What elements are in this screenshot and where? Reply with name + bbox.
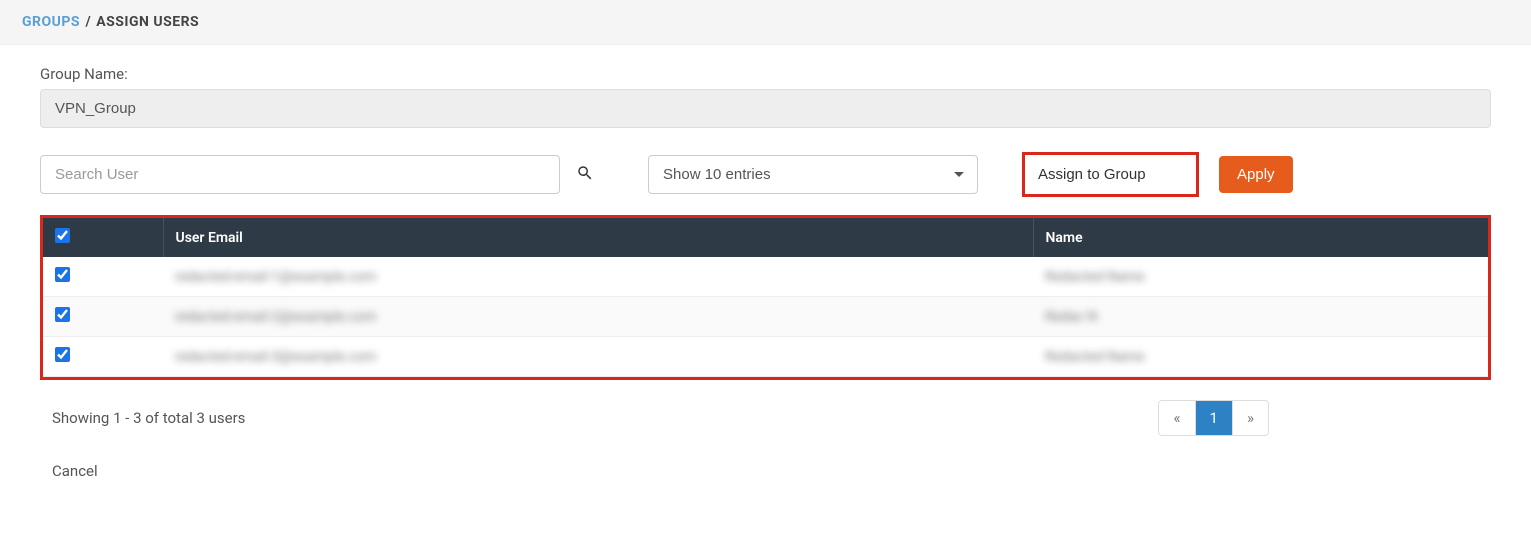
search-icon xyxy=(576,164,594,182)
group-name-field xyxy=(40,89,1491,128)
pagination-page-1[interactable]: 1 xyxy=(1196,401,1233,435)
user-name-cell: Redacted Name xyxy=(1045,349,1145,365)
breadcrumb-groups-link[interactable]: GROUPS xyxy=(22,14,80,30)
column-header-email: User Email xyxy=(163,218,1033,257)
search-button[interactable] xyxy=(572,160,598,189)
row-checkbox[interactable] xyxy=(55,347,70,362)
row-checkbox[interactable] xyxy=(55,267,70,282)
pagination: « 1 » xyxy=(1158,400,1269,436)
row-checkbox[interactable] xyxy=(55,307,70,322)
search-user-input[interactable] xyxy=(40,155,560,194)
showing-count-text: Showing 1 - 3 of total 3 users xyxy=(52,409,245,427)
user-email-cell: redacted-email-1@example.com xyxy=(175,269,376,285)
apply-button[interactable]: Apply xyxy=(1219,156,1293,193)
breadcrumb-separator: / xyxy=(86,14,91,30)
pagination-prev[interactable]: « xyxy=(1159,401,1195,435)
select-all-checkbox[interactable] xyxy=(55,228,70,243)
user-name-cell: Redacted Name xyxy=(1045,269,1145,285)
table-row: redacted-email-3@example.com Redacted Na… xyxy=(43,337,1488,377)
cancel-link[interactable]: Cancel xyxy=(52,462,98,480)
table-row: redacted-email-1@example.com Redacted Na… xyxy=(43,257,1488,297)
users-table: User Email Name redacted-email-1@example… xyxy=(43,218,1488,377)
assign-to-group-highlight: Assign to Group xyxy=(1022,152,1199,197)
users-table-highlight: User Email Name redacted-email-1@example… xyxy=(40,215,1491,380)
user-email-cell: redacted-email-3@example.com xyxy=(175,349,376,365)
user-name-cell: Redac N xyxy=(1045,309,1097,325)
breadcrumb-current: ASSIGN USERS xyxy=(96,14,199,30)
user-email-cell: redacted-email-2@example.com xyxy=(175,309,376,325)
assign-to-group-select[interactable]: Assign to Group xyxy=(1028,158,1193,191)
pagination-next[interactable]: » xyxy=(1233,401,1268,435)
entries-per-page-select[interactable]: Show 10 entries xyxy=(648,155,978,194)
table-row: redacted-email-2@example.com Redac N xyxy=(43,297,1488,337)
breadcrumb: GROUPS / ASSIGN USERS xyxy=(0,0,1531,45)
column-header-name: Name xyxy=(1033,218,1488,257)
group-name-label: Group Name: xyxy=(40,65,1491,83)
